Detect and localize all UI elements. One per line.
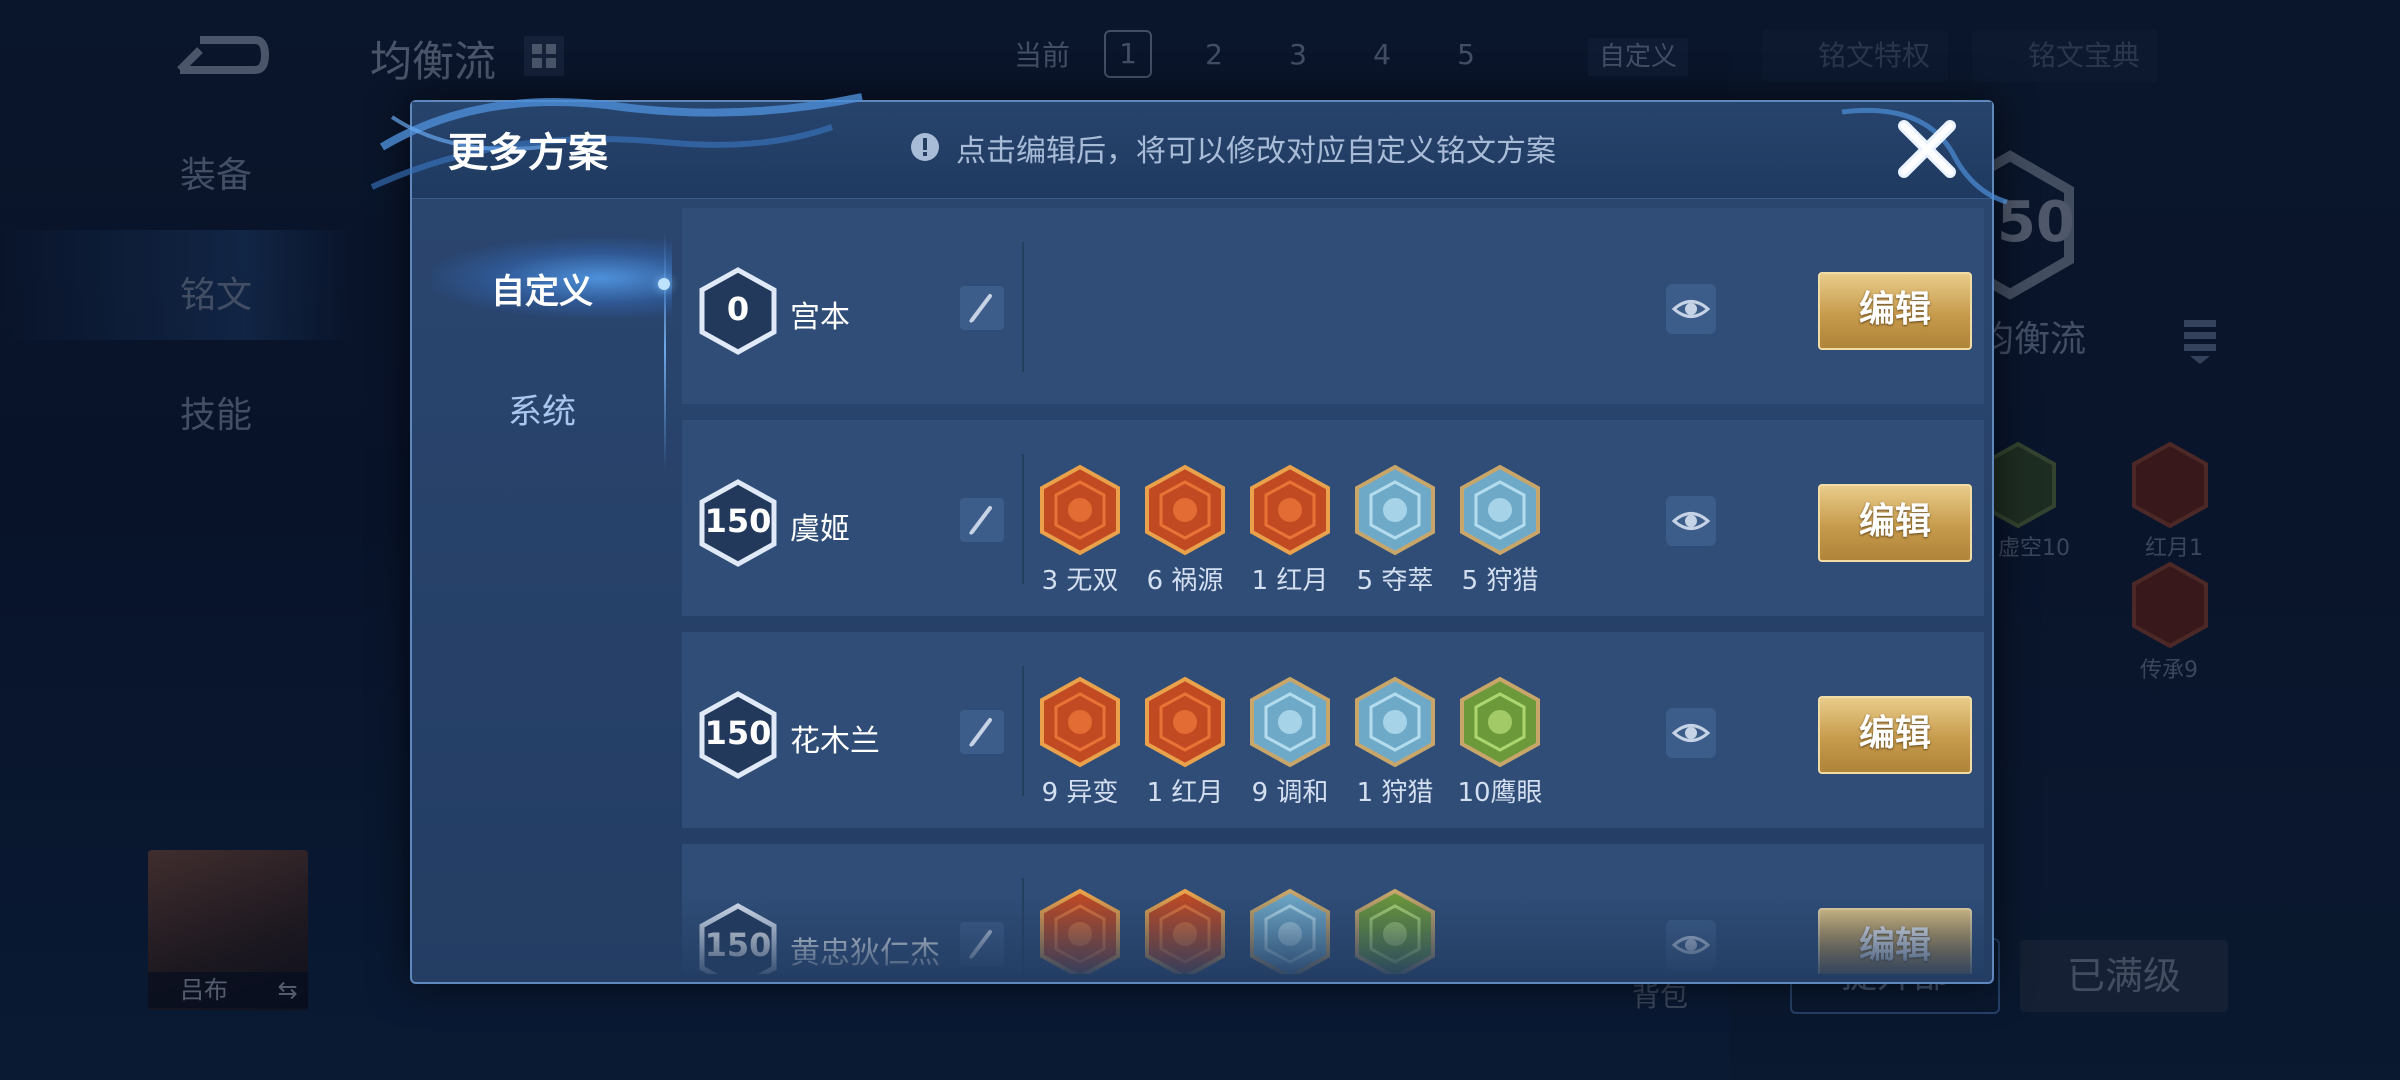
rune-hongyue-icon[interactable] — [1143, 676, 1227, 768]
maxed-button: 已满级 — [2020, 940, 2228, 1012]
row-divider — [1022, 878, 1024, 974]
plan-level: 150 — [704, 926, 772, 964]
more-plans-dialog: 更多方案 点击编辑后，将可以修改对应自定义铭文方案 自定义 系统 0 宫本 编辑 15… — [370, 93, 2008, 984]
page-tab-5[interactable]: 5 — [1424, 38, 1508, 71]
page-tab-4[interactable]: 4 — [1340, 38, 1424, 71]
preview-eye-icon[interactable] — [1666, 496, 1716, 546]
swirl-decoration-icon — [370, 93, 863, 190]
rune-count-label: 6 祸源 — [1146, 566, 1224, 596]
current-label: 当前 — [1013, 39, 1070, 72]
edit-button[interactable]: 编辑 — [1818, 484, 1972, 562]
rune-huoyuan-icon[interactable] — [1143, 464, 1227, 556]
rune-count-label: 1 红月 — [1146, 778, 1224, 808]
grid-icon[interactable] — [524, 36, 564, 76]
rune-red-icon[interactable] — [2130, 560, 2210, 650]
plan-category-sidebar — [412, 202, 672, 982]
back-arrow-icon[interactable] — [170, 30, 270, 80]
hero-name-bar[interactable]: 吕布 ⇆ — [148, 972, 308, 1008]
plan-row: 150 黄忠狄仁杰 编辑 — [682, 844, 1984, 974]
preview-eye-icon[interactable] — [1666, 284, 1716, 334]
rune-count-label: 3 无双 — [1041, 566, 1119, 596]
close-icon[interactable] — [1892, 114, 1962, 184]
rune-count-label: 10鹰眼 — [1457, 778, 1543, 808]
rune-shoulie-icon[interactable] — [1458, 464, 1542, 556]
rune-yibian-icon[interactable] — [1038, 676, 1122, 768]
rune-count-label: 1 狩猎 — [1356, 778, 1434, 808]
preset-title: 均衡流 — [370, 37, 497, 86]
preview-eye-icon[interactable] — [1666, 920, 1716, 970]
rename-pen-icon[interactable] — [960, 286, 1004, 330]
page-tab-2[interactable]: 2 — [1172, 38, 1256, 71]
plan-row: 150 花木兰 9 异变 1 红月 9 调和 1 狩猎 10鹰眼 编辑 — [682, 632, 1984, 828]
preset-name: 均衡流 — [1978, 319, 2087, 360]
rune-yingyan-icon[interactable] — [1353, 888, 1437, 974]
rune-count-label: 9 异变 — [1041, 778, 1119, 808]
rune-wushuang-icon[interactable] — [1038, 888, 1122, 974]
rune-label: 红月1 — [2145, 536, 2203, 561]
rune-duocui-icon[interactable] — [1353, 464, 1437, 556]
rename-pen-icon[interactable] — [960, 498, 1004, 542]
plan-row: 150 虞姬 3 无双 6 祸源 1 红月 5 夺萃 5 狩猎 编辑 — [682, 420, 1984, 616]
plan-level: 150 — [704, 714, 772, 752]
nav-equipment[interactable]: 装备 — [180, 146, 252, 198]
rename-pen-icon[interactable] — [960, 710, 1004, 754]
rename-pen-icon[interactable] — [960, 922, 1004, 966]
rune-yingyan-icon[interactable] — [1458, 676, 1542, 768]
row-divider — [1022, 242, 1024, 372]
page-tabs: 当前 1 2 3 4 5 — [1000, 30, 1508, 78]
plan-level: 150 — [704, 502, 772, 540]
rune-count-label: 5 狩猎 — [1461, 566, 1539, 596]
hero-name: 吕布 — [180, 976, 228, 1004]
custom-tab[interactable]: 自定义 — [1588, 38, 1688, 76]
list-icon[interactable] — [2180, 316, 2220, 366]
rune-label: 传承9 — [2140, 658, 2198, 683]
dialog-title: 更多方案 — [448, 130, 608, 176]
edit-button[interactable]: 编辑 — [1818, 696, 1972, 774]
rune-count-label: 9 调和 — [1251, 778, 1329, 808]
rune-hongyue-icon[interactable] — [1248, 464, 1332, 556]
rune-tiaohe-icon[interactable] — [1248, 676, 1332, 768]
tab-custom[interactable]: 自定义 — [412, 264, 672, 313]
tab-system[interactable]: 系统 — [412, 384, 672, 433]
rune-hongyue-icon[interactable] — [1143, 888, 1227, 974]
rune-count-label: 5 夺萃 — [1356, 566, 1434, 596]
page-tab-1[interactable]: 1 — [1104, 30, 1152, 78]
nav-skills[interactable]: 技能 — [180, 386, 252, 438]
row-divider — [1022, 454, 1024, 584]
rune-wushuang-icon[interactable] — [1038, 464, 1122, 556]
page-tab-3[interactable]: 3 — [1256, 38, 1340, 71]
plan-name: 宫本 — [790, 300, 850, 335]
info-icon — [911, 133, 939, 161]
plan-name: 虞姬 — [790, 512, 850, 547]
nav-glow — [0, 230, 350, 340]
edit-button[interactable]: 编辑 — [1818, 272, 1972, 350]
row-divider — [1022, 666, 1024, 796]
rune-shoulie-icon[interactable] — [1353, 676, 1437, 768]
edit-hint: 点击编辑后，将可以修改对应自定义铭文方案 — [956, 134, 1556, 169]
plan-name: 花木兰 — [790, 724, 880, 759]
plan-list[interactable]: 0 宫本 编辑 150 虞姬 3 无双 6 祸源 1 红月 5 夺萃 5 狩猎 编辑 150 花木兰 9 … — [682, 208, 1984, 974]
swap-icon[interactable]: ⇆ — [278, 976, 298, 1004]
rune-tiaohe-icon[interactable] — [1248, 888, 1332, 974]
nav-runes[interactable]: 铭文 — [180, 266, 252, 318]
plan-row: 0 宫本 编辑 — [682, 208, 1984, 404]
rune-red-icon[interactable] — [2130, 440, 2210, 530]
preview-eye-icon[interactable] — [1666, 708, 1716, 758]
plan-name: 黄忠狄仁杰 — [790, 936, 940, 971]
edit-button[interactable]: 编辑 — [1818, 908, 1972, 974]
plan-level: 0 — [726, 290, 750, 328]
rune-count-label: 1 红月 — [1251, 566, 1329, 596]
rune-label: 虚空10 — [1998, 536, 2070, 561]
